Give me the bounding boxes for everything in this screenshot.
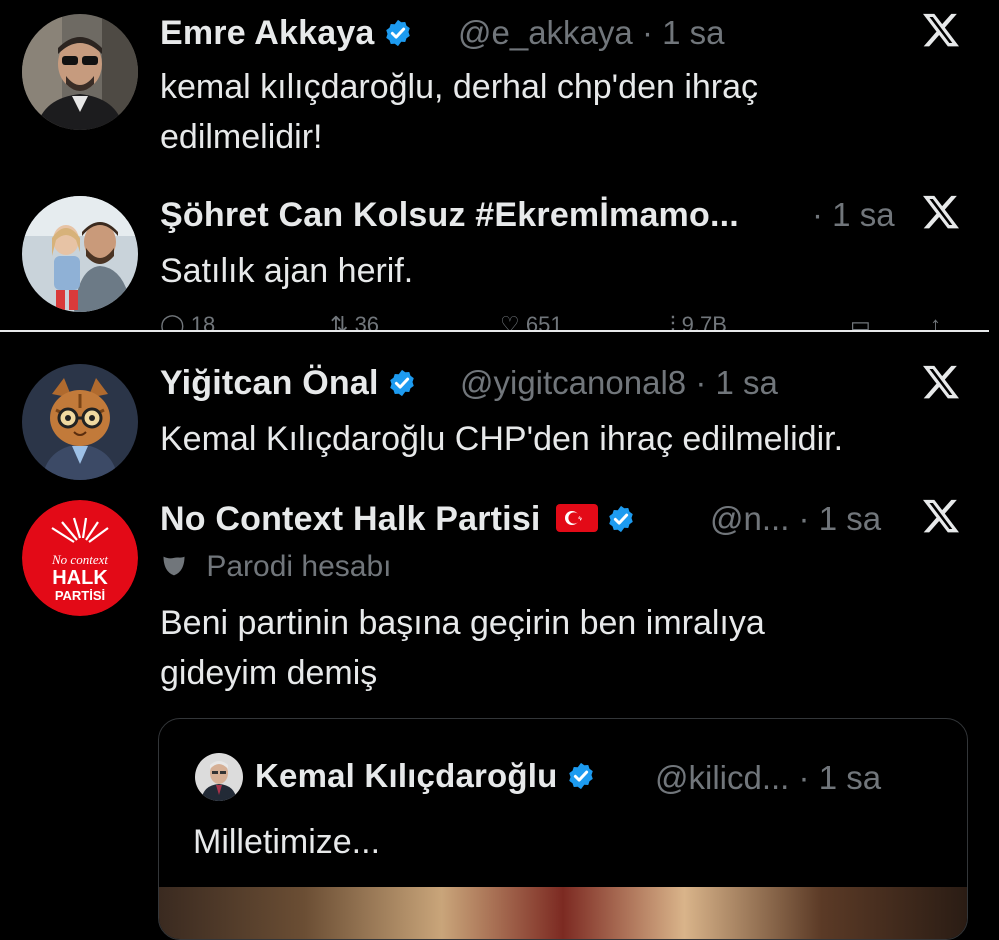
x-logo-icon[interactable] <box>921 496 961 536</box>
quoted-tweet-text: Milletimize... <box>193 823 381 861</box>
tweet-meta: @e_akkaya · 1 sa <box>458 14 724 52</box>
avatar-text-1: No context <box>51 552 108 567</box>
tweet-time[interactable]: 1 sa <box>819 500 881 537</box>
avatar[interactable]: No context HALK PARTİSİ <box>22 500 138 616</box>
author-handle[interactable]: @yigitcanonal8 <box>460 364 686 401</box>
turkey-flag-icon <box>556 504 599 532</box>
reply-icon: ◯ <box>160 312 185 332</box>
dot-separator: · <box>641 14 653 51</box>
tweet-action-bar: ◯ 18 ⇅ 36 ♡ 651 ⫶ 9,7B ▭ ↑ <box>160 312 980 332</box>
views-count: 9,7B <box>681 312 727 332</box>
author-name[interactable]: Şöhret Can Kolsuz #Ekremİmamo... <box>160 196 739 235</box>
tweet-text: Kemal Kılıçdaroğlu CHP'den ihraç edilmel… <box>160 414 843 464</box>
x-logo-icon[interactable] <box>921 362 961 402</box>
quoted-author-name-text[interactable]: Kemal Kılıçdaroğlu <box>255 757 558 794</box>
parody-label-text: Parodi hesabı <box>206 550 392 583</box>
verified-badge-icon <box>389 369 414 397</box>
tweet-text-line: gideyim demiş <box>160 654 378 692</box>
tweet-meta: · 1 sa <box>812 196 895 234</box>
verified-badge-icon <box>385 19 410 47</box>
author-name[interactable]: Yiğitcan Önal <box>160 364 417 403</box>
views-icon: ⫶ <box>670 312 676 332</box>
tweet-1[interactable]: Emre Akkaya @e_akkaya · 1 sa kemal kılıç… <box>0 0 999 180</box>
dot-separator: · <box>798 759 810 796</box>
avatar[interactable] <box>22 364 138 480</box>
author-name-text[interactable]: Yiğitcan Önal <box>160 364 379 402</box>
tweet-time[interactable]: 1 sa <box>715 364 777 401</box>
tweet-meta: @n... · 1 sa <box>710 500 881 538</box>
avatar[interactable] <box>22 196 138 312</box>
retweet-button[interactable]: ⇅ 36 <box>330 312 379 332</box>
like-icon: ♡ <box>500 312 520 332</box>
x-logo-icon[interactable] <box>921 10 961 50</box>
avatar-text-3: PARTİSİ <box>55 588 105 603</box>
dot-separator: · <box>798 500 810 537</box>
screenshot-divider <box>0 330 989 332</box>
retweet-count: 36 <box>354 312 380 332</box>
like-count: 651 <box>525 312 563 332</box>
parody-label[interactable]: Parodi hesabı <box>160 550 391 584</box>
author-name[interactable]: No Context Halk Partisi <box>160 500 636 539</box>
reply-count: 18 <box>190 312 216 332</box>
verified-badge-icon <box>609 505 633 533</box>
avatar[interactable] <box>22 14 138 130</box>
x-logo-icon[interactable] <box>921 192 961 232</box>
bookmark-button[interactable]: ▭ <box>850 312 871 332</box>
like-button[interactable]: ♡ 651 <box>500 312 563 332</box>
tweet-time[interactable]: 1 sa <box>662 14 724 51</box>
quoted-tweet-time[interactable]: 1 sa <box>819 759 881 796</box>
tweet-text: Beni partinin başına geçirin ben imralıy… <box>160 598 765 698</box>
tweet-text-line: kemal kılıçdaroğlu, derhal chp'den ihraç <box>160 68 759 106</box>
parody-mask-icon <box>160 552 188 580</box>
quoted-author-handle[interactable]: @kilicd... <box>655 759 789 796</box>
dot-separator: · <box>812 196 823 233</box>
author-name[interactable]: Emre Akkaya <box>160 14 413 53</box>
dot-separator: · <box>695 364 707 401</box>
quoted-author-name[interactable]: Kemal Kılıçdaroğlu <box>255 757 596 795</box>
tweet-3[interactable]: Yiğitcan Önal @yigitcanonal8 · 1 sa Kema… <box>0 340 999 480</box>
author-handle[interactable]: @n... <box>710 500 789 537</box>
tweet-text: kemal kılıçdaroğlu, derhal chp'den ihraç… <box>160 62 758 162</box>
quoted-tweet-meta: @kilicd... · 1 sa <box>655 759 881 797</box>
avatar-text-2: HALK <box>52 567 108 589</box>
quoted-avatar[interactable] <box>195 753 243 801</box>
bookmark-icon: ▭ <box>850 312 871 332</box>
tweet-text-line: Beni partinin başına geçirin ben imralıy… <box>160 604 765 642</box>
tweet-text: Satılık ajan herif. <box>160 246 413 296</box>
share-button[interactable]: ↑ <box>930 312 941 332</box>
retweet-icon: ⇅ <box>330 312 349 332</box>
reply-button[interactable]: ◯ 18 <box>160 312 215 332</box>
views-button[interactable]: ⫶ 9,7B <box>670 312 727 332</box>
quoted-media-image[interactable] <box>159 887 967 939</box>
author-name-text[interactable]: Emre Akkaya <box>160 14 375 52</box>
share-icon: ↑ <box>930 312 941 332</box>
tweet-text-line: Kemal Kılıçdaroğlu CHP'den ihraç edilmel… <box>160 420 844 458</box>
quoted-tweet[interactable]: Kemal Kılıçdaroğlu @kilicd... · 1 sa Mil… <box>158 718 968 940</box>
tweet-text-line: edilmelidir! <box>160 118 323 156</box>
tweet-text-line: Satılık ajan herif. <box>160 252 414 290</box>
author-name-text[interactable]: No Context Halk Partisi <box>160 500 541 538</box>
verified-badge-icon <box>568 762 593 790</box>
tweet-2[interactable]: Şöhret Can Kolsuz #Ekremİmamo... · 1 sa … <box>0 180 999 330</box>
author-handle[interactable]: @e_akkaya <box>458 14 633 51</box>
tweet-time[interactable]: 1 sa <box>832 196 894 233</box>
tweet-meta: @yigitcanonal8 · 1 sa <box>460 364 778 402</box>
